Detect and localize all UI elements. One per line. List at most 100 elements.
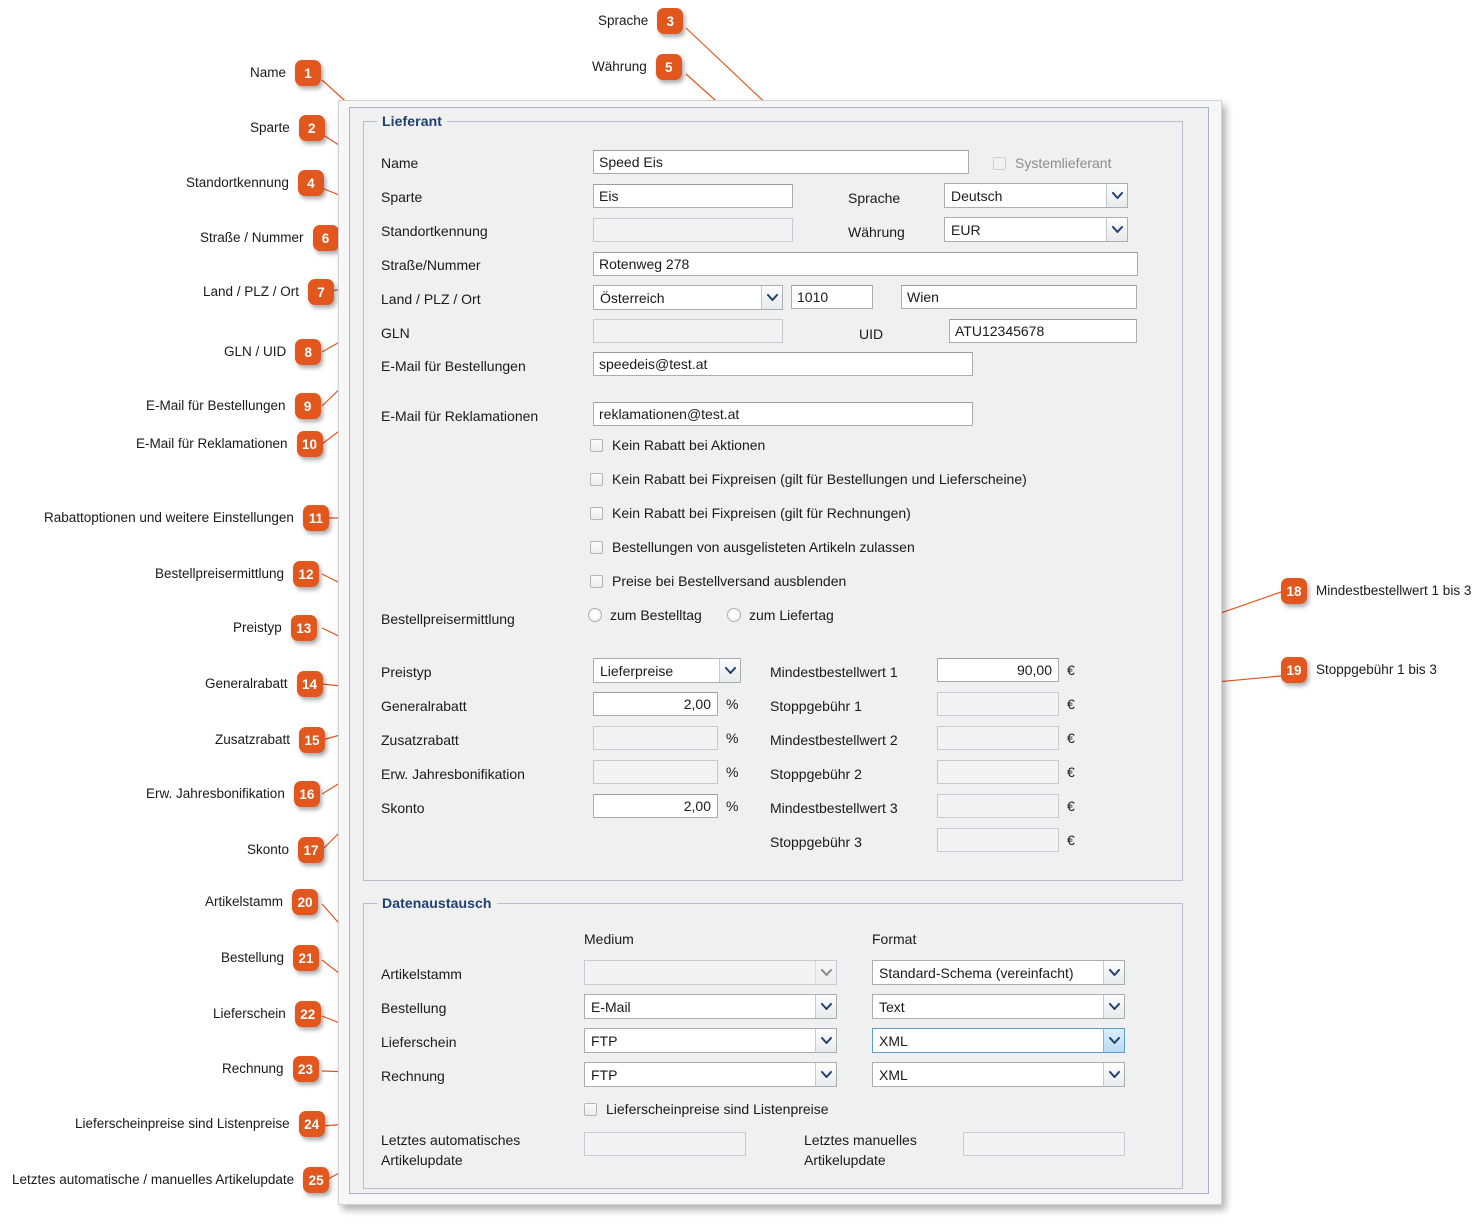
radio-zum-liefertag[interactable]: zum Liefertag — [727, 607, 834, 623]
chevron-down-icon[interactable] — [1106, 184, 1127, 207]
label-letztes-manuell-artikelupdate-line1: Letztes manuelles — [804, 1132, 917, 1148]
chevron-down-icon[interactable] — [1103, 961, 1124, 984]
annotation-badge[interactable]: 22 — [294, 1001, 321, 1027]
input-gln[interactable] — [593, 319, 783, 343]
input-stoppgebuehr-2[interactable] — [937, 760, 1059, 784]
annotation-badge[interactable]: 3 — [657, 8, 684, 34]
checkbox-bestellungen-ausgelistete-artikel[interactable]: Bestellungen von ausgelisteten Artikeln … — [590, 539, 915, 555]
select-bestellung-format-value: Text — [879, 999, 905, 1015]
input-email-reklamationen[interactable]: reklamationen@test.at — [593, 402, 973, 426]
checkbox-box[interactable] — [590, 540, 603, 554]
label-land-plz-ort: Land / PLZ / Ort — [381, 291, 481, 307]
chevron-down-icon[interactable] — [1106, 218, 1127, 241]
select-rechnung-format[interactable]: XML — [872, 1062, 1125, 1087]
input-sparte[interactable]: Eis — [593, 184, 793, 208]
input-stoppgebuehr-3[interactable] — [937, 828, 1059, 852]
label-stoppgebuehr-2: Stoppgebühr 2 — [770, 766, 862, 782]
annotation-badge[interactable]: 21 — [293, 945, 320, 971]
checkbox-box[interactable] — [590, 472, 603, 486]
annotation-badge[interactable]: 20 — [292, 889, 319, 915]
annotation-badge[interactable]: 14 — [296, 671, 323, 697]
checkbox-label: Kein Rabatt bei Fixpreisen (gilt für Bes… — [612, 471, 1027, 487]
input-generalrabatt[interactable]: 2,00 — [593, 692, 718, 716]
annotation-badge[interactable]: 9 — [294, 393, 321, 419]
chevron-down-icon[interactable] — [815, 1029, 836, 1052]
input-strasse[interactable]: Rotenweg 278 — [593, 252, 1138, 276]
input-letztes-auto-artikelupdate[interactable] — [584, 1132, 746, 1156]
input-mindestbestellwert-3[interactable] — [937, 794, 1059, 818]
select-lieferschein-format[interactable]: XML — [872, 1028, 1125, 1053]
input-standortkennung[interactable] — [593, 218, 793, 242]
annotation-badge[interactable]: 11 — [302, 505, 329, 531]
input-letztes-manuell-artikelupdate[interactable] — [963, 1132, 1125, 1156]
select-preistyp[interactable]: Lieferpreise — [593, 658, 741, 683]
input-name[interactable]: Speed Eis — [593, 150, 969, 174]
label-lieferschein: Lieferschein — [381, 1034, 457, 1050]
checkbox-kein-rabatt-aktionen[interactable]: Kein Rabatt bei Aktionen — [590, 437, 765, 453]
annotation-badge[interactable]: 15 — [299, 727, 326, 753]
annotation-badge[interactable]: 19 — [1281, 657, 1307, 683]
checkbox-kein-rabatt-fixpreise-rechnungen[interactable]: Kein Rabatt bei Fixpreisen (gilt für Rec… — [590, 505, 911, 521]
select-lieferschein-medium[interactable]: FTP — [584, 1028, 837, 1053]
annotation-badge[interactable]: 10 — [296, 431, 323, 457]
chevron-down-icon[interactable] — [815, 995, 836, 1018]
annotation-badge[interactable]: 17 — [298, 837, 325, 863]
select-bestellung-format[interactable]: Text — [872, 994, 1125, 1019]
input-ort[interactable]: Wien — [901, 285, 1137, 309]
annotation-badge[interactable]: 16 — [293, 781, 320, 807]
annotation-badge[interactable]: 18 — [1281, 578, 1307, 604]
chevron-down-icon[interactable] — [761, 286, 782, 309]
annotation-badge[interactable]: 6 — [312, 225, 339, 251]
input-uid[interactable]: ATU12345678 — [949, 319, 1137, 343]
checkbox-box[interactable] — [590, 438, 603, 452]
checkbox-box[interactable] — [584, 1102, 597, 1116]
select-waehrung[interactable]: EUR — [944, 217, 1128, 242]
radio-zum-bestelltag[interactable]: zum Bestelltag — [588, 607, 702, 623]
chevron-down-icon[interactable] — [1103, 995, 1124, 1018]
annotation-label: Mindestbestellwert 1 bis 3 — [1316, 583, 1472, 599]
annotation-badge[interactable]: 25 — [303, 1167, 330, 1193]
annotation-badge[interactable]: 1 — [295, 60, 322, 86]
checkbox-box[interactable] — [590, 506, 603, 520]
chevron-down-icon[interactable] — [815, 961, 836, 984]
annotation-badge[interactable]: 23 — [292, 1056, 319, 1082]
annotation-badge[interactable]: 8 — [295, 339, 322, 365]
select-artikelstamm-medium[interactable] — [584, 960, 837, 985]
groupbox-datenaustausch: Datenaustausch Medium Format Artikelstam… — [363, 895, 1183, 1189]
checkbox-label: Preise bei Bestellversand ausblenden — [612, 573, 847, 589]
radio-dot[interactable] — [727, 608, 741, 622]
chevron-down-icon[interactable] — [815, 1063, 836, 1086]
annotation-badge[interactable]: 2 — [298, 115, 325, 141]
select-sprache[interactable]: Deutsch — [944, 183, 1128, 208]
annotation-badge[interactable]: 24 — [298, 1111, 325, 1137]
annotation-badge[interactable]: 5 — [655, 54, 682, 80]
checkbox-preise-bestellversand-ausblenden[interactable]: Preise bei Bestellversand ausblenden — [590, 573, 846, 589]
input-erw-jahresbonifikation[interactable] — [593, 760, 718, 784]
input-zusatzrabatt[interactable] — [593, 726, 718, 750]
select-bestellung-medium[interactable]: E-Mail — [584, 994, 837, 1019]
annotation-22: Lieferschein 22 — [213, 1001, 321, 1027]
chevron-down-icon[interactable] — [1103, 1063, 1124, 1086]
annotation-badge[interactable]: 12 — [293, 561, 320, 587]
label-rechnung: Rechnung — [381, 1068, 445, 1084]
label-standortkennung: Standortkennung — [381, 223, 488, 239]
radio-dot[interactable] — [588, 608, 602, 622]
input-mindestbestellwert-1[interactable]: 90,00 — [937, 658, 1059, 682]
annotation-badge[interactable]: 7 — [308, 279, 335, 305]
select-land[interactable]: Österreich — [593, 285, 783, 310]
input-skonto[interactable]: 2,00 — [593, 794, 718, 818]
input-mindestbestellwert-2[interactable] — [937, 726, 1059, 750]
input-stoppgebuehr-1[interactable] — [937, 692, 1059, 716]
input-email-bestellungen[interactable]: speedeis@test.at — [593, 352, 973, 376]
select-rechnung-medium[interactable]: FTP — [584, 1062, 837, 1087]
chevron-down-icon[interactable] — [719, 659, 740, 682]
select-artikelstamm-format[interactable]: Standard-Schema (vereinfacht) — [872, 960, 1125, 985]
checkbox-lieferscheinpreise-listenpreise[interactable]: Lieferscheinpreise sind Listenpreise — [584, 1101, 829, 1117]
annotation-badge[interactable]: 4 — [297, 170, 324, 196]
checkbox-kein-rabatt-fixpreise-bestellungen[interactable]: Kein Rabatt bei Fixpreisen (gilt für Bes… — [590, 471, 1027, 487]
checkbox-box[interactable] — [590, 574, 603, 588]
annotation-badge[interactable]: 13 — [290, 615, 317, 641]
chevron-down-icon[interactable] — [1103, 1029, 1124, 1052]
annotation-12: Bestellpreisermittlung 12 — [155, 561, 320, 587]
input-plz[interactable]: 1010 — [791, 285, 873, 309]
